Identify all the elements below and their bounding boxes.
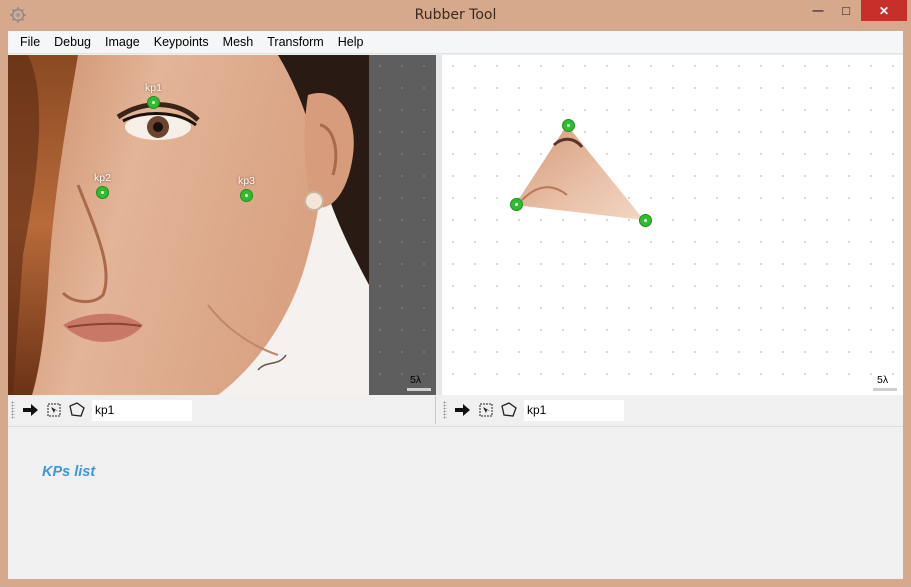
- mesh-vertex-1[interactable]: [562, 119, 575, 132]
- arrow-icon[interactable]: [21, 400, 41, 420]
- close-icon: ✕: [878, 3, 890, 18]
- scale-bar: [407, 388, 431, 391]
- lasso-icon[interactable]: [67, 400, 87, 420]
- arrow-icon[interactable]: [453, 400, 473, 420]
- kps-list-title: KPs list: [42, 464, 96, 480]
- keypoint-kp2[interactable]: [96, 186, 109, 199]
- menu-bar: File Debug Image Keypoints Mesh Transfor…: [8, 31, 903, 54]
- menu-file[interactable]: File: [13, 31, 47, 54]
- client-area: File Debug Image Keypoints Mesh Transfor…: [8, 31, 903, 579]
- minimize-icon: —: [812, 4, 824, 17]
- menu-help[interactable]: Help: [331, 31, 371, 54]
- scale-bar: [873, 388, 897, 391]
- right-toolbar: kp1: [440, 396, 903, 424]
- app-window: Rubber Tool — □ ✕ File Debug Image Keypo…: [0, 0, 911, 587]
- keypoint-label-kp3: kp3: [238, 175, 255, 187]
- maximize-button[interactable]: □: [832, 0, 860, 21]
- kps-list-panel: KPs list: [8, 426, 903, 579]
- left-toolbar: kp1: [8, 396, 436, 424]
- menu-transform[interactable]: Transform: [260, 31, 331, 54]
- keypoint-selector[interactable]: kp1: [524, 399, 624, 421]
- scale-label: 5λ: [877, 374, 889, 386]
- menu-debug[interactable]: Debug: [47, 31, 98, 54]
- mesh-viewport[interactable]: 5λ: [442, 55, 903, 395]
- select-box-icon[interactable]: [476, 400, 496, 420]
- close-button[interactable]: ✕: [861, 0, 907, 21]
- mesh-vertex-2[interactable]: [510, 198, 523, 211]
- face-photo: [8, 55, 369, 395]
- toolbar-grip[interactable]: [443, 401, 447, 419]
- mesh-vertex-3[interactable]: [639, 214, 652, 227]
- menu-image[interactable]: Image: [98, 31, 147, 54]
- maximize-icon: □: [842, 3, 850, 18]
- keypoint-kp1[interactable]: [147, 96, 160, 109]
- lasso-icon[interactable]: [499, 400, 519, 420]
- title-bar[interactable]: Rubber Tool — □ ✕: [0, 0, 911, 31]
- source-image-viewport[interactable]: kp1 kp2 kp3 5λ: [8, 55, 436, 395]
- keypoint-label-kp2: kp2: [94, 172, 111, 184]
- toolbar-grip[interactable]: [11, 401, 15, 419]
- keypoint-label-kp1: kp1: [145, 82, 162, 94]
- keypoint-kp3[interactable]: [240, 189, 253, 202]
- minimize-button[interactable]: —: [804, 0, 832, 21]
- scale-label: 5λ: [410, 374, 422, 386]
- keypoint-selector[interactable]: kp1: [92, 399, 192, 421]
- select-box-icon[interactable]: [44, 400, 64, 420]
- mesh-triangle: [515, 125, 644, 220]
- window-title: Rubber Tool: [414, 7, 497, 23]
- empty-canvas-region: [369, 55, 436, 395]
- menu-mesh[interactable]: Mesh: [216, 31, 261, 54]
- menu-keypoints[interactable]: Keypoints: [147, 31, 216, 54]
